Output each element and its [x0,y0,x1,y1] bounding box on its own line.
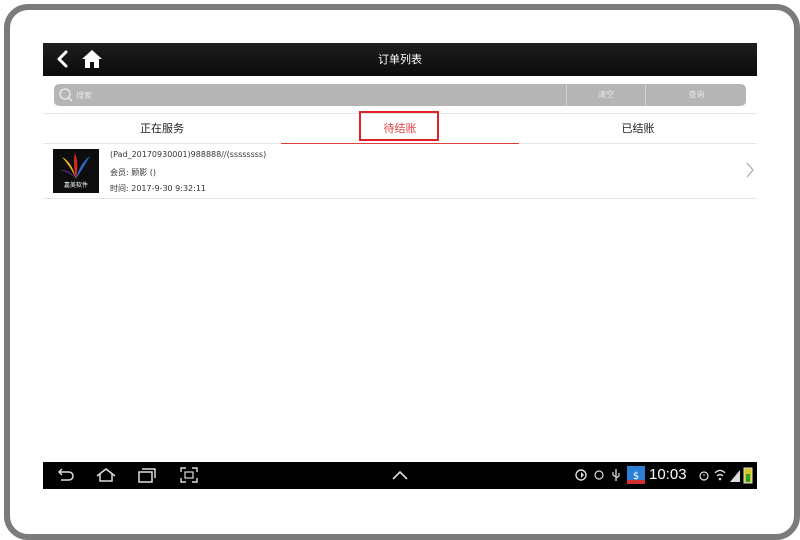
search-bar: 清空 查询 [54,84,746,106]
tab-settled[interactable]: 已结账 [519,114,757,143]
signal-icon [730,470,740,482]
search-icon [59,88,73,102]
wifi-icon [714,469,726,481]
app-screen: 订单列表 清空 查询 正在服务 待结账 已结账 嘉美软件 (Pad_201709… [43,43,757,489]
back-nav-icon[interactable] [55,466,75,484]
battery-icon [743,467,753,484]
home-nav-icon[interactable] [95,466,117,484]
page-title: 订单列表 [378,53,422,66]
recent-apps-icon[interactable] [137,466,157,484]
chevron-up-icon[interactable] [389,466,411,484]
order-list-item[interactable]: 嘉美软件 (Pad_20170930001)988888//(ssssssss)… [43,143,757,199]
alert-icon [594,470,604,480]
sync-icon [575,469,587,481]
order-time: 时间: 2017-9-30 9:32:11 [110,184,207,193]
clock-time: 10:03 [649,466,687,483]
usb-icon [612,469,620,481]
order-id: (Pad_20170930001)988888//(ssssssss) [110,150,267,159]
tab-in-service[interactable]: 正在服务 [43,114,281,143]
top-bar: 订单列表 [43,43,757,76]
app-notification-icon: $ [627,466,645,484]
logo-mark-icon [60,153,90,179]
alarm-icon [699,471,709,481]
query-button[interactable]: 查询 [645,84,747,106]
store-logo: 嘉美软件 [53,149,99,193]
chevron-right-icon [746,162,754,178]
clear-button[interactable]: 清空 [566,84,645,106]
search-input[interactable] [76,86,556,104]
logo-text: 嘉美软件 [63,182,88,189]
system-navigation-bar: $ 10:03 [43,462,757,489]
screenshot-icon[interactable] [179,466,199,484]
highlight-box [359,111,439,141]
order-member: 会员: 顾影 () [110,168,157,177]
